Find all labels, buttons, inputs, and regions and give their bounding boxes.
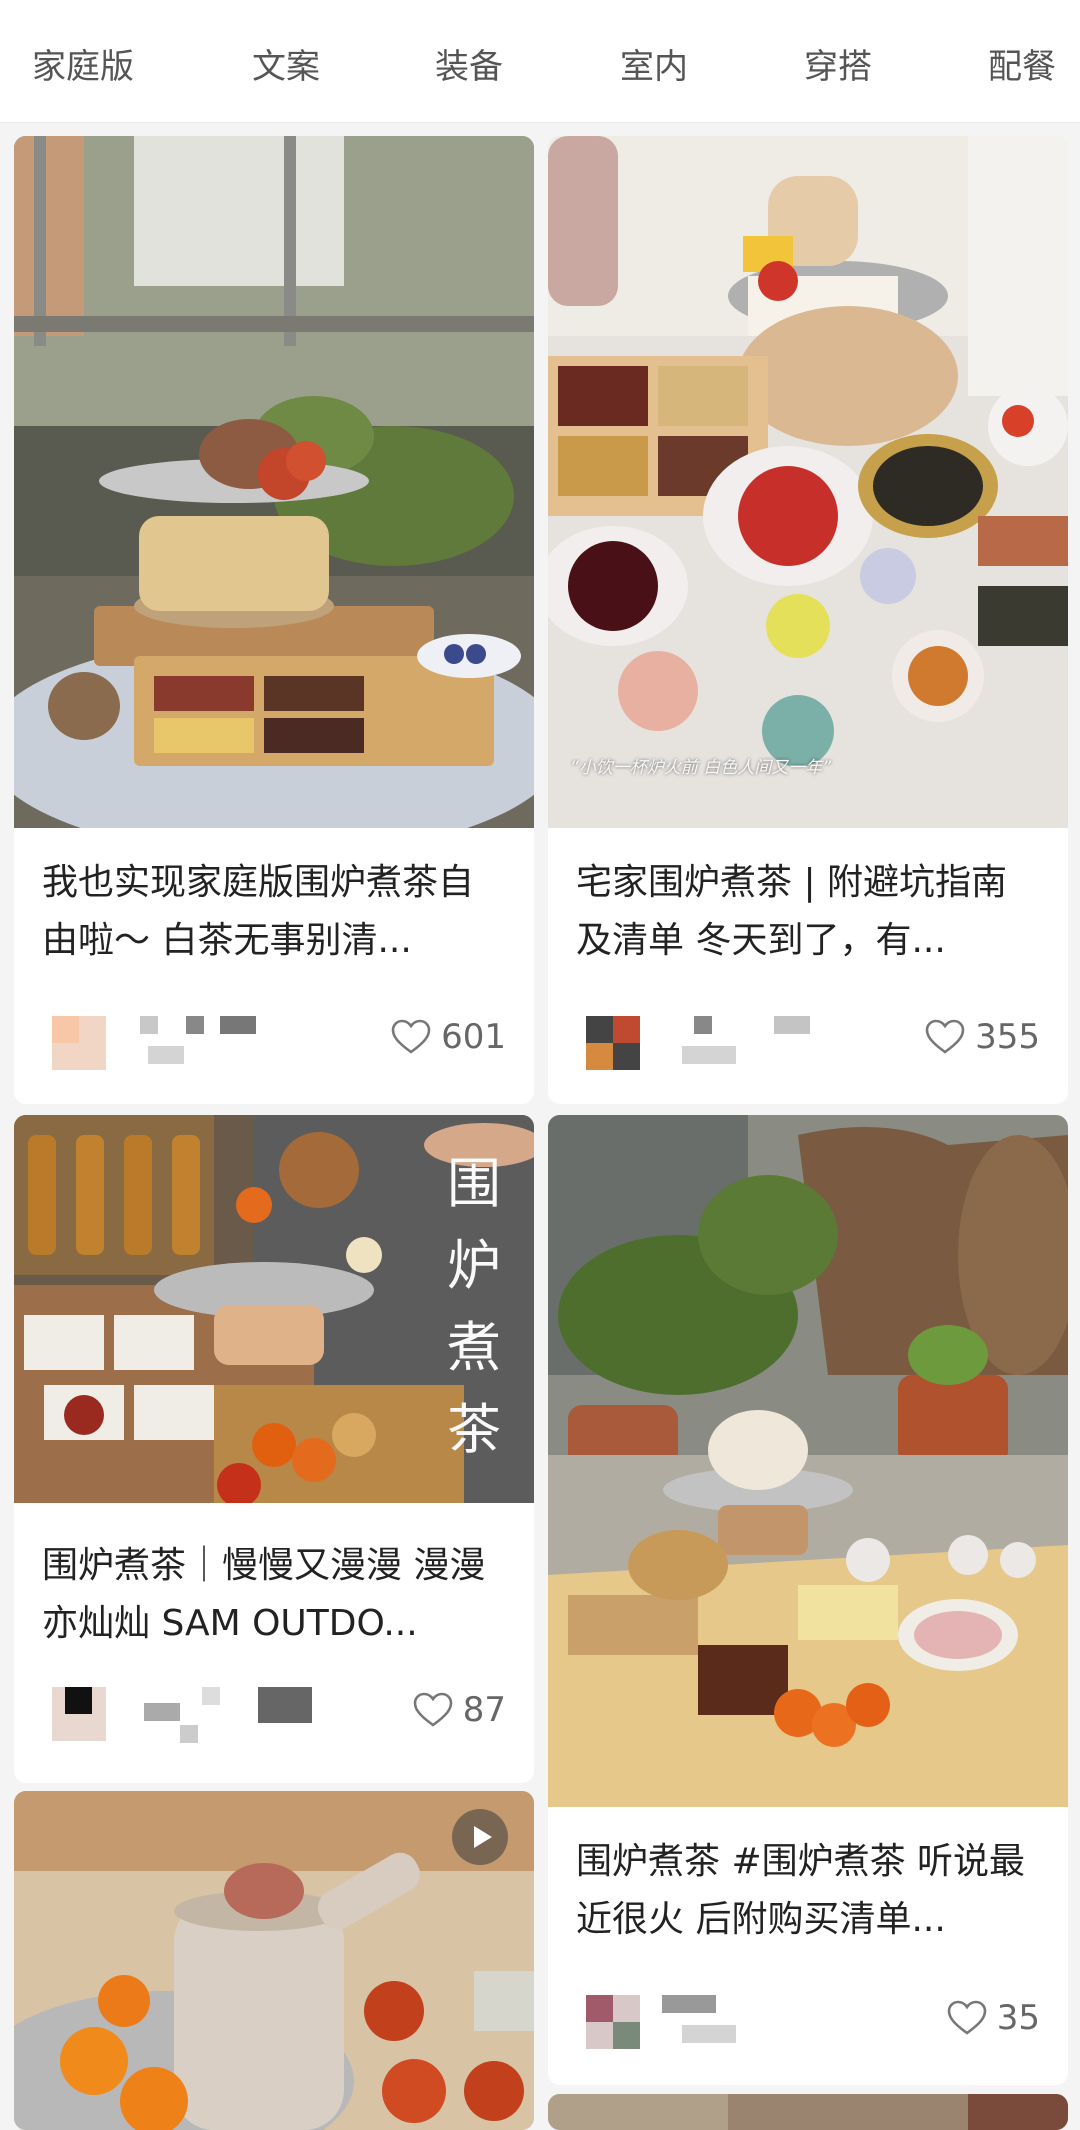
heart-outline-icon[interactable] — [947, 2000, 987, 2036]
avatar-pixel — [613, 2022, 640, 2049]
author-name-placeholder — [258, 1687, 312, 1723]
like-counter[interactable]: 355 — [925, 1012, 1040, 1062]
post-photo[interactable] — [548, 136, 1068, 828]
author-name-placeholder — [220, 1016, 256, 1034]
author-name-placeholder — [774, 1016, 810, 1034]
author-info[interactable] — [586, 1987, 846, 2049]
author-name-placeholder — [180, 1725, 198, 1743]
like-count: 35 — [996, 1998, 1040, 2038]
like-counter[interactable]: 35 — [947, 1993, 1040, 2043]
avatar-pixel — [52, 1016, 79, 1043]
author-info[interactable] — [52, 1008, 312, 1070]
like-counter[interactable]: 87 — [413, 1685, 506, 1735]
like-count: 355 — [975, 1017, 1040, 1057]
author-name-placeholder — [682, 2025, 736, 2043]
author-name-placeholder — [694, 1016, 712, 1034]
like-count: 87 — [462, 1690, 506, 1730]
author-name-placeholder — [144, 1703, 180, 1721]
post-card[interactable] — [14, 1791, 534, 2130]
avatar-pixel — [586, 1995, 613, 2022]
avatar-pixel — [613, 1016, 640, 1043]
heart-outline-icon[interactable] — [413, 1692, 453, 1728]
heart-outline-icon[interactable] — [925, 1019, 965, 1055]
author-name-placeholder — [140, 1016, 158, 1034]
post-card[interactable]: “小饮一杯炉火前 白色人间又一年” 宅家围炉煮茶 | 附避坑指南及清单 冬天到了… — [548, 136, 1068, 1104]
post-card[interactable]: 围炉煮茶 围炉煮茶｜慢慢又漫漫 漫漫亦灿灿 SAM OUTDO... 87 — [14, 1115, 534, 1783]
post-photo[interactable] — [548, 2094, 1068, 2130]
post-title[interactable]: 围炉煮茶 #围炉煮茶 听说最近很火 后附购买清单... — [576, 1833, 1042, 1949]
post-photo[interactable] — [14, 136, 534, 828]
avatar-pixel — [586, 1043, 613, 1070]
post-photo[interactable] — [548, 1115, 1068, 1807]
avatar-pixel — [65, 1687, 92, 1714]
tab-copywriting[interactable]: 文案 — [252, 44, 320, 90]
video-badge[interactable] — [452, 1809, 508, 1865]
post-card[interactable]: 围炉煮茶 #围炉煮茶 听说最近很火 后附购买清单... 35 — [548, 1115, 1068, 2085]
post-title[interactable]: 宅家围炉煮茶 | 附避坑指南及清单 冬天到了，有... — [576, 854, 1042, 970]
like-counter[interactable]: 601 — [391, 1012, 506, 1062]
author-name-placeholder — [682, 1046, 736, 1064]
post-title[interactable]: 围炉煮茶｜慢慢又漫漫 漫漫亦灿灿 SAM OUTDO... — [42, 1537, 508, 1653]
play-icon — [474, 1826, 492, 1848]
author-info[interactable] — [586, 1008, 906, 1070]
post-card[interactable]: 我也实现家庭版围炉煮茶自由啦～ 白茶无事别清... 601 — [14, 136, 534, 1104]
photo-overlay-text: 围炉煮茶 — [447, 1152, 501, 1461]
author-name-placeholder — [202, 1687, 220, 1705]
author-name-placeholder — [186, 1016, 204, 1034]
post-card[interactable] — [548, 2094, 1068, 2130]
author-name-placeholder — [662, 1995, 716, 2013]
category-tab-bar: 家庭版 文案 装备 室内 穿搭 配餐 — [0, 0, 1080, 123]
author-name-placeholder — [148, 1046, 184, 1064]
photo-caption: “小饮一杯炉火前 白色人间又一年” — [570, 758, 832, 778]
post-title[interactable]: 我也实现家庭版围炉煮茶自由啦～ 白茶无事别清... — [42, 854, 508, 970]
author-info[interactable] — [52, 1679, 352, 1743]
tab-meal-pairing[interactable]: 配餐 — [988, 44, 1056, 90]
tab-equipment[interactable]: 装备 — [435, 44, 503, 90]
heart-outline-icon[interactable] — [391, 1019, 431, 1055]
tab-family-edition[interactable]: 家庭版 — [32, 44, 134, 90]
tab-indoor[interactable]: 室内 — [620, 44, 688, 90]
tab-outfit[interactable]: 穿搭 — [804, 44, 872, 90]
like-count: 601 — [441, 1017, 506, 1057]
